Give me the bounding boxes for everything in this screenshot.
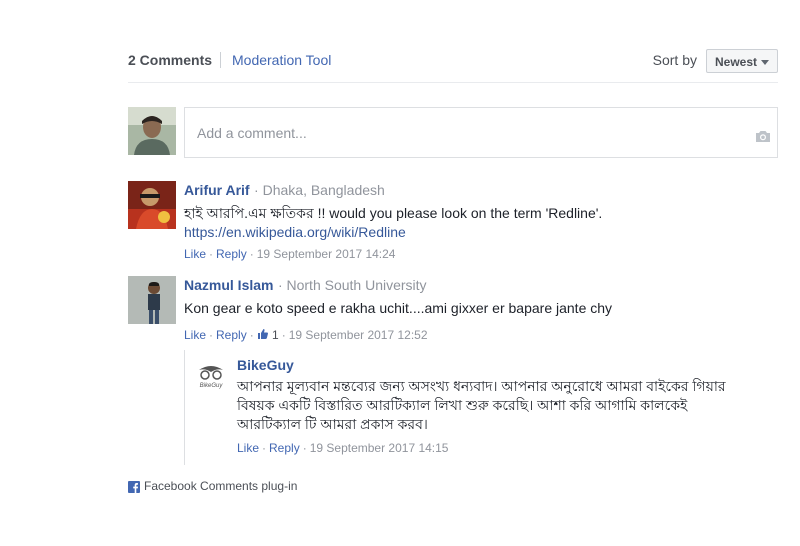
comment: Arifur Arif · Dhaka, Bangladesh হাই আরপি… (184, 182, 784, 261)
reply-link[interactable]: Reply (216, 247, 247, 261)
comment-date[interactable]: 19 September 2017 14:24 (257, 247, 396, 261)
comment-date[interactable]: 19 September 2017 14:15 (310, 441, 449, 455)
comment-text: Kon gear e koto speed e rakha uchit....a… (184, 300, 613, 316)
bikeguy-logo[interactable]: BikeGuy (193, 356, 229, 392)
reply-text-line: আপনার মূল্যবান মন্তব্যের জন্য অসংখ্য ধন্… (237, 378, 726, 394)
camera-icon[interactable] (755, 130, 771, 148)
reply-text-line: বিষয়ক একটি বিস্তারিত আরটিক্যাল লিখা শুর… (237, 397, 688, 413)
thumbs-up-icon (257, 328, 269, 342)
sort-dropdown[interactable]: Newest (706, 49, 778, 73)
comment-input[interactable]: Add a comment... (184, 107, 778, 158)
reply-text-line: আরটিক্যাল টি আমরা প্রকাস করব। (237, 416, 428, 432)
comment-actions: Like · Reply · 19 September 2017 14:24 (184, 247, 396, 261)
reply-author-name[interactable]: BikeGuy (237, 357, 294, 373)
commenter-affiliation: · North South University (277, 277, 427, 293)
commenter-avatar[interactable] (128, 181, 176, 229)
reply-link[interactable]: Reply (216, 328, 247, 342)
commenter-avatar[interactable] (128, 276, 176, 324)
commenter-name[interactable]: Nazmul Islam (184, 277, 273, 293)
commenter-name[interactable]: Arifur Arif (184, 182, 250, 198)
moderation-tool-link[interactable]: Moderation Tool (232, 52, 331, 68)
reply-thread-line (184, 350, 185, 465)
svg-text:BikeGuy: BikeGuy (200, 383, 224, 389)
sort-value: Newest (715, 55, 758, 69)
current-user-avatar[interactable] (128, 107, 176, 155)
comment-link[interactable]: https://en.wikipedia.org/wiki/Redline (184, 224, 406, 240)
plugin-footer[interactable]: Facebook Comments plug-in (128, 479, 297, 496)
comment: Nazmul Islam · North South University Ko… (184, 277, 784, 342)
comment-input-placeholder: Add a comment... (197, 125, 307, 141)
reply-link[interactable]: Reply (269, 441, 300, 455)
comment-date[interactable]: 19 September 2017 12:52 (289, 328, 428, 342)
like-count: 1 (257, 328, 279, 342)
like-link[interactable]: Like (184, 328, 206, 342)
chevron-down-icon (761, 60, 769, 65)
comment-actions: Like · Reply · 1 · 19 September 2017 12:52 (184, 328, 428, 342)
reply-comment: BikeGuy আপনার মূল্যবান মন্তব্যের জন্য অস… (237, 357, 787, 455)
comment-text: হাই আরপি.এম ক্ষতিকর !! would you please … (184, 205, 603, 221)
comments-header: 2 Comments Moderation Tool Sort by Newes… (128, 48, 778, 83)
sort-label: Sort by (652, 52, 697, 68)
commenter-affiliation: · Dhaka, Bangladesh (254, 182, 385, 198)
header-divider (220, 52, 221, 68)
facebook-icon (128, 481, 140, 496)
comment-count: 2 Comments (128, 52, 213, 68)
reply-actions: Like · Reply · 19 September 2017 14:15 (237, 441, 449, 455)
like-link[interactable]: Like (184, 247, 206, 261)
plugin-footer-label[interactable]: Facebook Comments plug-in (144, 479, 297, 493)
like-link[interactable]: Like (237, 441, 259, 455)
